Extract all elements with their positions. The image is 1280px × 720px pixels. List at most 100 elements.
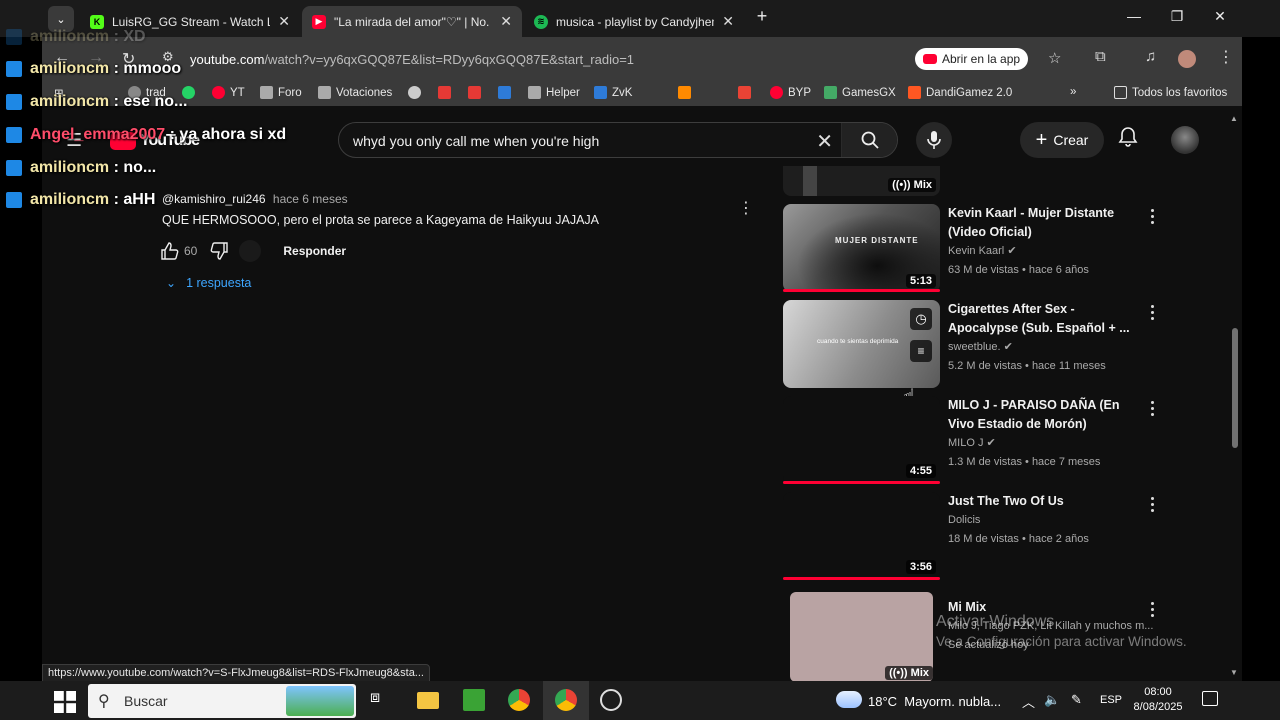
taskbar-search-box[interactable]: ⚲ Buscar (88, 684, 356, 718)
comment-menu-icon[interactable]: ⋮ (738, 198, 754, 218)
search-button[interactable] (841, 123, 897, 157)
bookmark-item[interactable]: Foro (260, 86, 302, 99)
extensions-icon[interactable]: ⧉ (1095, 48, 1106, 65)
tab-spotify-playlist[interactable]: ≋ musica - playlist by Candyjhem ✕ (524, 6, 744, 37)
chrome-icon[interactable] (508, 689, 530, 711)
scrollbar-thumb[interactable] (1232, 328, 1238, 448)
video-thumbnail[interactable]: MUJER DISTANTE 5:13 (783, 204, 940, 292)
scroll-up-icon[interactable]: ▲ (1230, 114, 1238, 123)
bookmark-label: Foro (278, 86, 302, 99)
video-menu-icon[interactable] (1151, 497, 1155, 513)
close-window-button[interactable]: ✕ (1205, 8, 1235, 25)
thumbnail-text: cuando te sientas deprimida (817, 338, 899, 345)
windows-start-icon[interactable] (54, 691, 76, 713)
weather-text[interactable]: 18°C Mayorm. nubla... (868, 694, 1001, 709)
bookmark-icon-orange[interactable] (678, 86, 696, 99)
comment-time[interactable]: hace 6 meses (273, 192, 348, 206)
weather-icon[interactable] (836, 691, 862, 708)
language-indicator[interactable]: ESP (1100, 694, 1122, 706)
bookmark-item[interactable]: Votaciones (318, 86, 392, 99)
video-title[interactable]: MILO J - PARAISO DAÑA (En Vivo Estadio d… (948, 396, 1138, 434)
reply-button[interactable]: Responder (283, 244, 346, 258)
video-thumbnail[interactable]: cuando te sientas deprimida ◷ ≡ (783, 300, 940, 388)
video-thumbnail[interactable]: ((•)) Mix (790, 592, 933, 682)
profile-avatar[interactable] (1178, 50, 1196, 68)
video-channel[interactable]: Kevin Kaarl ✔ (948, 242, 1017, 261)
clear-search-icon[interactable]: ✕ (816, 129, 833, 154)
bookmark-star-icon[interactable]: ☆ (1048, 49, 1061, 67)
chevron-right-icon[interactable]: » (1070, 86, 1076, 98)
video-thumbnail[interactable]: 4:55 (783, 396, 940, 484)
create-button[interactable]: + Crear (1020, 122, 1104, 158)
add-to-queue-icon[interactable]: ≡ (910, 340, 932, 362)
bookmark-label: BYP (788, 86, 812, 99)
close-icon[interactable]: ✕ (722, 13, 734, 30)
gmail-icon[interactable] (738, 86, 756, 99)
voice-search-button[interactable] (916, 122, 952, 158)
video-menu-icon[interactable] (1151, 305, 1155, 321)
watch-later-icon[interactable]: ◷ (910, 308, 932, 330)
url-path: /watch?v=yy6qxGQQ87E&list=RDyy6qxGQQ87E&… (264, 51, 635, 67)
bookmark-item[interactable]: YT (212, 86, 245, 99)
media-controls-icon[interactable]: ♫ (1145, 48, 1156, 65)
bookmark-icon-blue[interactable] (498, 86, 516, 99)
video-thumbnail-mix-top[interactable]: ((•)) Mix (783, 166, 940, 196)
plus-icon: + (1035, 128, 1048, 151)
task-view-icon[interactable]: ⧈ (370, 689, 392, 711)
video-title[interactable]: Cigarettes After Sex - Apocalypse (Sub. … (948, 300, 1138, 338)
menu-icon[interactable]: ⋮ (1218, 47, 1234, 67)
obs-icon[interactable] (600, 689, 622, 711)
bookmark-item[interactable]: DandiGamez 2.0 (908, 86, 1012, 99)
video-menu-icon[interactable] (1151, 401, 1155, 417)
thumbs-up-icon[interactable] (160, 241, 180, 261)
all-bookmarks[interactable]: Todos los favoritos (1114, 86, 1227, 99)
video-channel[interactable]: sweetblue. ✔ (948, 338, 1013, 357)
clock[interactable]: 08:00 8/08/2025 (1128, 685, 1188, 715)
search-icon: ⚲ (98, 693, 110, 710)
open-in-app-button[interactable]: Abrir en la app (915, 48, 1029, 70)
bookmark-icon-red[interactable] (468, 86, 486, 99)
maximize-button[interactable]: ❐ (1162, 8, 1192, 25)
file-explorer-icon[interactable] (417, 692, 439, 709)
adblock-icon[interactable] (438, 86, 456, 99)
scroll-down-icon[interactable]: ▼ (1230, 668, 1238, 677)
video-thumbnail[interactable]: 3:56 (783, 492, 940, 580)
volume-icon[interactable]: 🔈 (1044, 692, 1060, 708)
notifications-icon[interactable] (1202, 691, 1218, 706)
mix-icon: ((•)) (889, 667, 911, 679)
video-meta: 18 M de vistas • hace 2 años (948, 533, 1089, 545)
search-input[interactable]: whyd you only call me when you're high (353, 133, 599, 149)
minecraft-icon[interactable] (463, 689, 485, 711)
tab-la-mirada-del-amor[interactable]: ▶ "La mirada del amor"♡" | No. 1 ✕ (302, 6, 522, 37)
video-meta: 63 M de vistas • hace 6 años (948, 264, 1089, 276)
minimize-button[interactable]: — (1119, 8, 1149, 24)
chrome-active-app[interactable] (543, 681, 589, 720)
show-replies-button[interactable]: ⌄ 1 respuesta (166, 276, 251, 290)
chat-message: Angel_emma2007 : ya ahora si xd (6, 126, 286, 144)
chevron-up-icon[interactable]: ︿ (1022, 692, 1035, 711)
new-tab-button[interactable]: + (747, 6, 777, 27)
video-title[interactable]: Kevin Kaarl - Mujer Distante (Video Ofic… (948, 204, 1138, 242)
bookmark-item[interactable]: BYP (770, 86, 811, 99)
address-bar[interactable]: youtube.com/watch?v=yy6qxGQQ87E&list=RDy… (190, 44, 920, 74)
close-icon[interactable]: ✕ (500, 13, 512, 30)
video-channel[interactable]: Dolicis (948, 511, 980, 530)
account-avatar[interactable] (1171, 126, 1199, 154)
notifications-bell-icon[interactable] (1118, 126, 1138, 148)
video-menu-icon[interactable] (1151, 209, 1155, 225)
bookmark-item[interactable]: Helper (528, 86, 580, 99)
comment-author[interactable]: @kamishiro_rui246 (162, 192, 266, 206)
spotify-icon: ≋ (534, 14, 548, 29)
chat-platform-icon (6, 160, 22, 176)
verified-icon: ✔ (1003, 341, 1013, 353)
video-title[interactable]: Just The Two Of Us (948, 492, 1138, 511)
chat-message: amilioncm : aHH (6, 191, 155, 209)
pen-icon[interactable]: ✎ (1071, 692, 1082, 708)
thumbs-down-icon[interactable] (209, 241, 229, 261)
bookmark-item[interactable]: GamesGX (824, 86, 896, 99)
bookmark-item[interactable]: ZvK (594, 86, 632, 99)
bookmark-label: Helper (546, 86, 580, 99)
video-channel[interactable]: MILO J ✔ (948, 434, 996, 453)
close-icon[interactable]: ✕ (278, 13, 290, 30)
globe-icon[interactable] (408, 86, 426, 99)
